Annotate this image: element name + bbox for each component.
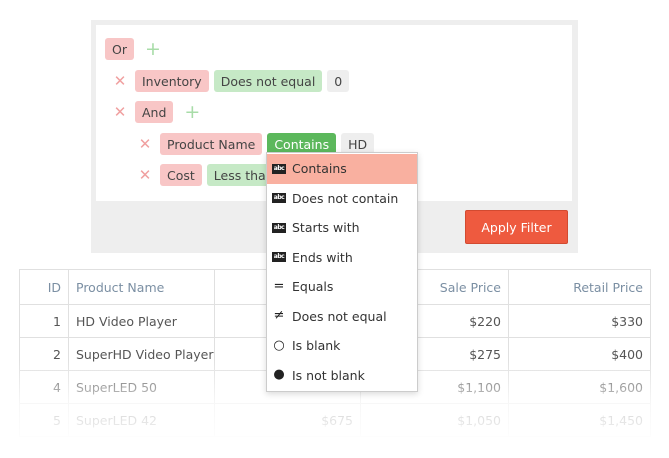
operator-option-contains[interactable]: abc Contains <box>267 154 417 184</box>
table-row[interactable]: 5 SuperLED 42 $675 $1,050 $1,450 <box>19 403 651 437</box>
operator-option-is-blank[interactable]: ○ Is blank <box>267 331 417 361</box>
remove-condition-icon[interactable]: ✕ <box>136 166 154 184</box>
circle-filled-icon: ● <box>273 367 285 383</box>
condition-operator[interactable]: Does not equal <box>213 70 323 92</box>
cell-product-name: SuperLED 42 <box>68 403 215 437</box>
cell-cost: $675 <box>214 403 361 437</box>
option-label: Is not blank <box>292 367 365 383</box>
group-operation-and[interactable]: And <box>135 101 174 123</box>
cell-retail-price: $400 <box>508 337 651 371</box>
cell-retail-price: $1,450 <box>508 403 651 437</box>
operator-option-equals[interactable]: = Equals <box>267 272 417 302</box>
cell-id: 1 <box>19 304 69 338</box>
cell-product-name: SuperHD Video Player <box>68 337 215 371</box>
option-label: Starts with <box>292 220 360 236</box>
condition-field[interactable]: Inventory <box>135 70 209 92</box>
apply-filter-button[interactable]: Apply Filter <box>465 210 568 244</box>
option-label: Does not contain <box>292 190 399 206</box>
condition-row-cost: ✕ Cost Less than <box>136 164 286 186</box>
condition-value[interactable]: 0 <box>327 70 350 92</box>
operator-option-ends-with[interactable]: abc Ends with <box>267 243 417 273</box>
remove-condition-icon[interactable]: ✕ <box>111 72 129 90</box>
option-label: Ends with <box>292 249 353 265</box>
condition-row-inventory: ✕ Inventory Does not equal 0 <box>111 70 354 92</box>
abc-starts-icon: abc <box>272 222 286 233</box>
column-header-product-name[interactable]: Product Name <box>68 269 215 305</box>
operator-dropdown: abc Contains abc Does not contain abc St… <box>266 152 418 392</box>
not-equal-icon: ≠ <box>273 308 285 324</box>
remove-condition-icon[interactable]: ✕ <box>136 135 154 153</box>
abc-contains-icon: abc <box>272 163 286 174</box>
root-group-row: Or + <box>105 38 161 60</box>
remove-group-icon[interactable]: ✕ <box>111 103 129 121</box>
option-label: Does not equal <box>292 308 387 324</box>
cell-product-name: SuperLED 50 <box>68 370 215 404</box>
abc-not-contains-icon: abc <box>272 193 286 204</box>
operator-option-is-not-blank[interactable]: ● Is not blank <box>267 361 417 391</box>
cell-retail-price: $1,600 <box>508 370 651 404</box>
equals-icon: = <box>273 278 285 294</box>
cell-product-name: HD Video Player <box>68 304 215 338</box>
column-header-retail-price[interactable]: Retail Price <box>508 269 651 305</box>
cell-retail-price: $330 <box>508 304 651 338</box>
cell-id: 2 <box>19 337 69 371</box>
group-operation-or[interactable]: Or <box>105 38 134 60</box>
add-condition-icon[interactable]: + <box>145 40 161 59</box>
group-row-and: ✕ And + <box>111 101 200 123</box>
operator-option-does-not-contain[interactable]: abc Does not contain <box>267 184 417 214</box>
option-label: Equals <box>292 279 334 295</box>
operator-option-starts-with[interactable]: abc Starts with <box>267 213 417 243</box>
column-header-id[interactable]: ID <box>19 269 69 305</box>
cell-id: 5 <box>19 403 69 437</box>
option-label: Is blank <box>292 338 341 354</box>
cell-sale-price: $1,050 <box>360 403 509 437</box>
option-label: Contains <box>292 161 347 177</box>
cell-id: 4 <box>19 370 69 404</box>
circle-outline-icon: ○ <box>273 337 285 353</box>
abc-ends-icon: abc <box>272 252 286 263</box>
condition-field[interactable]: Cost <box>160 164 202 186</box>
condition-field[interactable]: Product Name <box>160 133 263 155</box>
operator-option-does-not-equal[interactable]: ≠ Does not equal <box>267 302 417 332</box>
add-condition-icon[interactable]: + <box>184 103 200 122</box>
